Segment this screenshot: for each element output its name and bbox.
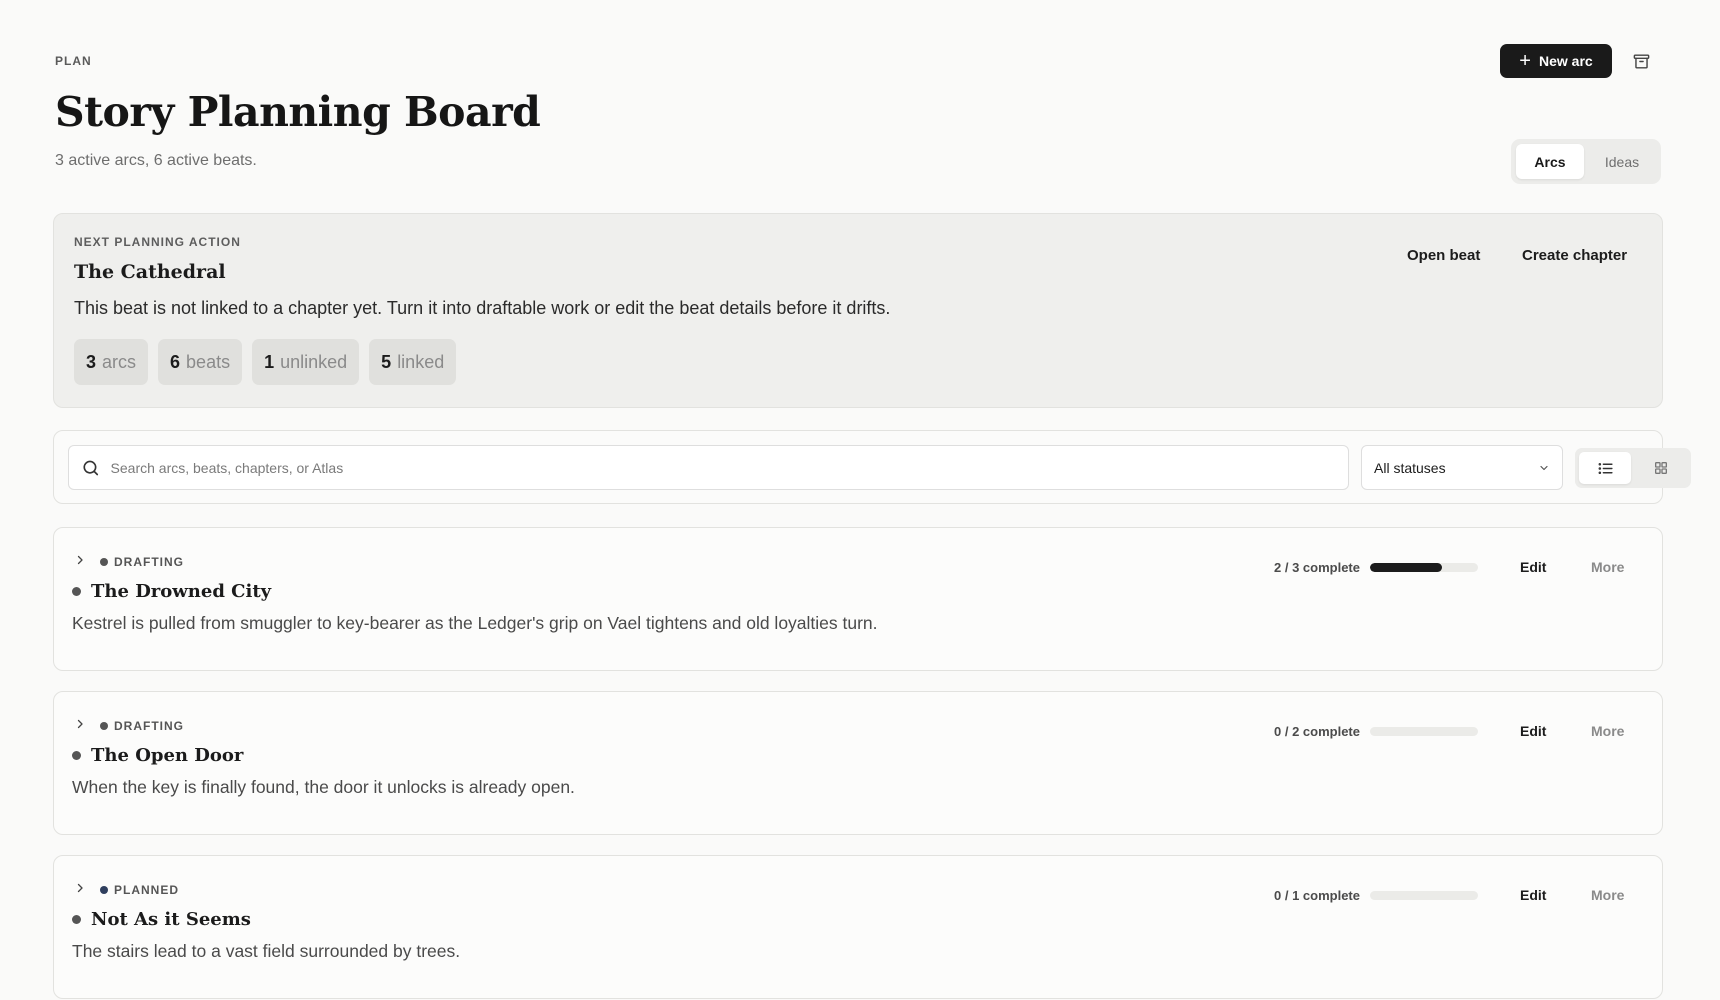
chevron-right-icon[interactable] (74, 554, 86, 566)
progress-text: 0 / 2 complete (1274, 724, 1360, 739)
stat-arcs: 3 arcs (74, 339, 149, 385)
arc-description: Kestrel is pulled from smuggler to key-b… (72, 613, 878, 633)
stat-row: 3 arcs 6 beats 1 unlinked 5 linked (74, 339, 457, 385)
status-label: DRAFTING (114, 719, 184, 733)
grid-icon (1655, 462, 1667, 474)
stat-value: 6 (170, 351, 181, 372)
chevron-right-icon[interactable] (74, 718, 86, 730)
more-button[interactable]: More (1591, 559, 1624, 575)
edit-button[interactable]: Edit (1520, 887, 1546, 903)
bullet-dot (72, 587, 81, 596)
search-field[interactable] (68, 445, 1349, 490)
arc-title-row: Not As it Seems (72, 909, 251, 930)
open-beat-button[interactable]: Open beat (1407, 247, 1480, 264)
arc-card[interactable]: DRAFTING The Drowned City Kestrel is pul… (53, 527, 1663, 671)
arc-title-row: The Open Door (72, 745, 243, 766)
progress-fill (1369, 563, 1443, 572)
stat-label: unlinked (280, 351, 348, 372)
arc-description: The stairs lead to a vast field surround… (72, 941, 461, 961)
bullet-dot (72, 751, 81, 760)
new-arc-button[interactable]: + New arc (1500, 44, 1612, 78)
stat-linked: 5 linked (369, 339, 457, 385)
status-badge: DRAFTING (100, 719, 184, 733)
page-subtitle: 3 active arcs, 6 active beats. (55, 152, 257, 169)
edit-button[interactable]: Edit (1520, 723, 1546, 739)
status-label: DRAFTING (114, 555, 184, 569)
stat-label: arcs (102, 351, 137, 372)
tab-arcs[interactable]: Arcs (1516, 144, 1584, 179)
stat-value: 1 (264, 351, 275, 372)
status-dot (100, 558, 108, 566)
page-eyebrow: PLAN (55, 54, 92, 68)
arc-title[interactable]: Not As it Seems (91, 909, 251, 930)
bullet-dot (72, 915, 81, 924)
page-title: Story Planning Board (55, 88, 541, 136)
arc-card[interactable]: DRAFTING The Open Door When the key is f… (53, 691, 1663, 835)
search-input[interactable] (110, 459, 1348, 476)
arc-title[interactable]: The Drowned City (91, 581, 271, 602)
filter-toolbar: All statuses (53, 430, 1691, 504)
next-action-card: NEXT PLANNING ACTION The Cathedral This … (53, 213, 1663, 408)
view-tabs: Arcs Ideas (1511, 139, 1661, 184)
progress-bar (1369, 727, 1478, 736)
next-action-eyebrow: NEXT PLANNING ACTION (74, 235, 241, 249)
next-action-title: The Cathedral (74, 261, 226, 283)
more-button[interactable]: More (1591, 723, 1624, 739)
tab-ideas[interactable]: Ideas (1588, 144, 1656, 179)
stat-value: 5 (381, 351, 392, 372)
chevron-right-icon[interactable] (74, 882, 86, 894)
list-view-button[interactable] (1579, 452, 1631, 484)
arc-description: When the key is finally found, the door … (72, 777, 575, 797)
archive-button[interactable] (1630, 50, 1652, 72)
status-badge: PLANNED (100, 883, 179, 897)
list-icon (1598, 462, 1613, 474)
new-arc-label: New arc (1538, 53, 1593, 69)
chevron-down-icon (1540, 465, 1548, 470)
stat-beats: 6 beats (158, 339, 243, 385)
grid-view-button[interactable] (1635, 452, 1687, 484)
status-dot (100, 886, 108, 894)
stat-value: 3 (86, 351, 97, 372)
status-filter-select[interactable]: All statuses (1361, 445, 1563, 490)
status-label: PLANNED (114, 883, 180, 897)
progress-text: 2 / 3 complete (1274, 560, 1360, 575)
plus-icon: + (1519, 50, 1531, 72)
search-icon (83, 460, 99, 475)
edit-button[interactable]: Edit (1520, 559, 1546, 575)
stat-unlinked: 1 unlinked (252, 339, 360, 385)
arc-title-row: The Drowned City (72, 581, 271, 602)
status-badge: DRAFTING (100, 555, 184, 569)
more-button[interactable]: More (1591, 887, 1624, 903)
arc-card[interactable]: PLANNED Not As it Seems The stairs lead … (53, 855, 1663, 999)
create-chapter-button[interactable]: Create chapter (1522, 247, 1627, 264)
progress-bar (1369, 891, 1478, 900)
status-dot (100, 722, 108, 730)
arc-progress: 2 / 3 complete (1274, 560, 1478, 575)
stat-label: beats (186, 351, 231, 372)
progress-bar (1369, 563, 1478, 572)
next-action-description: This beat is not linked to a chapter yet… (74, 298, 891, 318)
stat-label: linked (397, 351, 445, 372)
status-filter-value: All statuses (1374, 459, 1446, 476)
progress-text: 0 / 1 complete (1274, 888, 1360, 903)
arc-title[interactable]: The Open Door (91, 745, 243, 766)
archive-icon (1633, 53, 1649, 69)
layout-toggle (1575, 448, 1691, 488)
arc-progress: 0 / 2 complete (1274, 724, 1478, 739)
arc-progress: 0 / 1 complete (1274, 888, 1478, 903)
